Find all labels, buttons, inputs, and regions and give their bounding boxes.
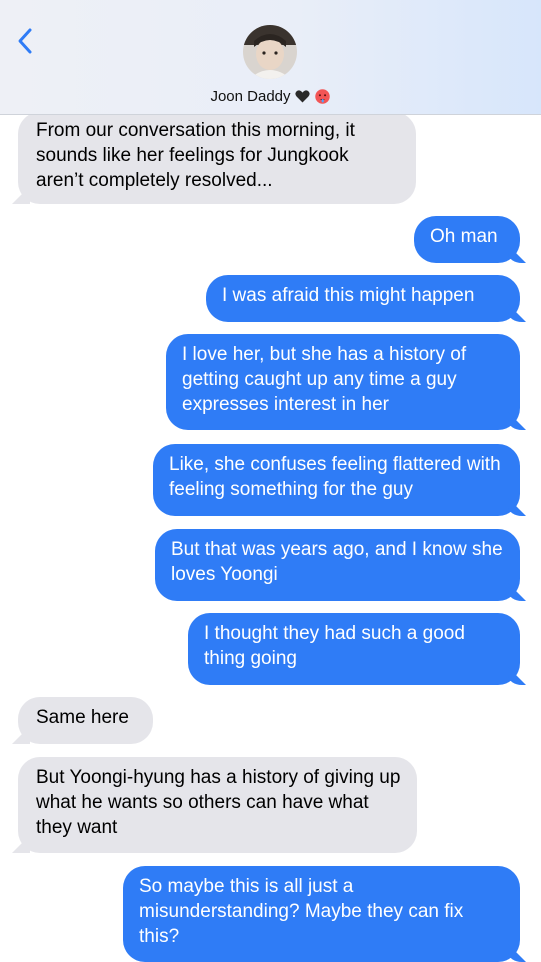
black-heart-icon: [294, 90, 310, 103]
message-text: I thought they had such a good thing goi…: [204, 623, 465, 669]
message-bubble-incoming[interactable]: But Yoongi-hyung has a history of giving…: [18, 757, 417, 853]
chevron-left-icon: [18, 28, 32, 54]
message-text: Oh man: [430, 226, 498, 247]
message-bubble-outgoing[interactable]: Oh man: [414, 216, 520, 263]
message-bubble-outgoing[interactable]: I thought they had such a good thing goi…: [188, 613, 520, 685]
back-button[interactable]: [10, 22, 44, 60]
message-bubble-incoming[interactable]: From our conversation this morning, it s…: [18, 112, 416, 204]
message-text: From our conversation this morning, it s…: [36, 120, 355, 191]
message-bubble-outgoing[interactable]: But that was years ago, and I know she l…: [155, 529, 520, 601]
conversation-header: Joon Daddy: [0, 0, 541, 115]
message-text: I love her, but she has a history of get…: [182, 344, 467, 415]
hot-face-emoji-icon: [314, 89, 330, 104]
message-text: I was afraid this might happen: [222, 285, 475, 306]
message-text: But that was years ago, and I know she l…: [171, 539, 503, 585]
contact-avatar[interactable]: [243, 25, 297, 79]
message-bubble-outgoing[interactable]: I love her, but she has a history of get…: [166, 334, 520, 430]
message-bubble-outgoing[interactable]: I was afraid this might happen: [206, 275, 520, 322]
message-text: So maybe this is all just a misunderstan…: [139, 876, 464, 947]
message-bubble-incoming[interactable]: Same here: [18, 697, 153, 744]
message-text: Same here: [36, 707, 129, 728]
contact-name-row[interactable]: Joon Daddy: [0, 88, 541, 105]
contact-name: Joon Daddy: [210, 88, 291, 105]
message-text: But Yoongi-hyung has a history of giving…: [36, 767, 401, 838]
message-text: Like, she confuses feeling flattered wit…: [169, 454, 501, 500]
message-bubble-outgoing[interactable]: Like, she confuses feeling flattered wit…: [153, 444, 520, 516]
message-bubble-outgoing[interactable]: So maybe this is all just a misunderstan…: [123, 866, 520, 962]
